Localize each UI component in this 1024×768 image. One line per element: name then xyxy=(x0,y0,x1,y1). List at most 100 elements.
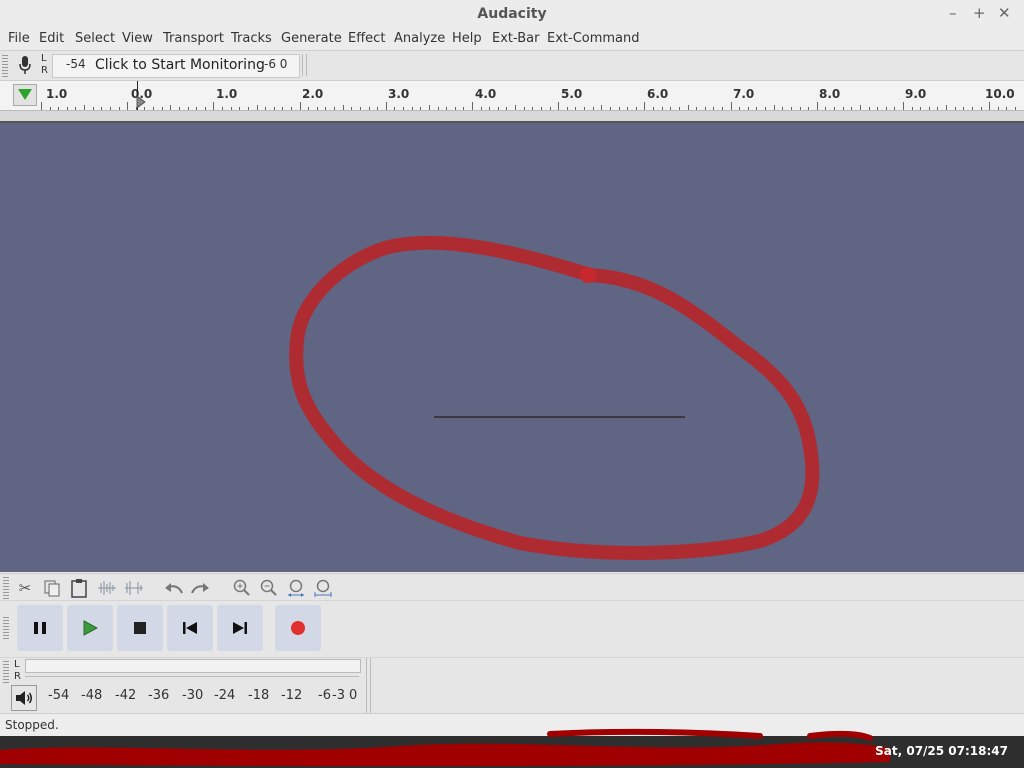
menu-generate[interactable]: Generate xyxy=(281,31,342,46)
timeline-tick xyxy=(782,107,784,110)
timeline-tick xyxy=(963,107,965,110)
timeline-tick xyxy=(411,107,413,110)
menu-tracks[interactable]: Tracks xyxy=(231,31,272,46)
timeline-tick xyxy=(756,107,758,110)
timeline-tick xyxy=(118,107,120,110)
timeline-tick xyxy=(58,107,60,110)
timeline-tick xyxy=(359,107,361,110)
minimize-button[interactable]: – xyxy=(949,4,957,22)
timeline-tick xyxy=(454,107,456,110)
timeline-tick xyxy=(868,107,870,110)
start-monitoring-prompt[interactable]: Click to Start Monitoring xyxy=(95,57,265,73)
menu-effect[interactable]: Effect xyxy=(348,31,385,46)
timeline-tick xyxy=(187,107,189,110)
zoom-in-icon[interactable] xyxy=(230,576,254,599)
trim-icon[interactable] xyxy=(95,576,119,599)
record-icon xyxy=(291,621,305,635)
close-button[interactable]: ✕ xyxy=(998,4,1011,22)
record-button[interactable] xyxy=(275,605,321,651)
timeline-tick xyxy=(230,107,232,110)
timeline-tick xyxy=(739,107,741,110)
toolbar-grip[interactable] xyxy=(3,577,9,599)
menu-select[interactable]: Select xyxy=(75,31,115,46)
timeline-tick xyxy=(859,105,861,110)
record-meter-toolbar: L R -54 Click to Start Monitoring -6 0 xyxy=(0,51,1024,81)
timeline-tick xyxy=(704,107,706,110)
copy-icon[interactable] xyxy=(40,576,64,599)
timeline-tick xyxy=(584,107,586,110)
fit-project-icon[interactable] xyxy=(311,576,335,599)
timeline-label: 1.0 xyxy=(46,87,68,101)
timeline-tick xyxy=(825,107,827,110)
timeline-tick xyxy=(342,105,344,110)
playback-meter-bar-r[interactable] xyxy=(25,672,359,677)
timeline-tick xyxy=(377,107,379,110)
menu-transport[interactable]: Transport xyxy=(163,31,224,46)
timeline-tick xyxy=(446,107,448,110)
timeline-tick xyxy=(765,107,767,110)
speaker-icon[interactable] xyxy=(11,685,37,711)
paste-icon[interactable] xyxy=(67,576,91,599)
timeline-tick xyxy=(515,105,517,110)
meter-scale-label: -42 xyxy=(115,688,137,703)
playhead-marker-icon[interactable] xyxy=(136,96,146,108)
zoom-out-icon[interactable] xyxy=(257,576,281,599)
play-button[interactable] xyxy=(67,605,113,651)
menu-ext-command[interactable]: Ext-Command xyxy=(547,31,640,46)
redo-icon[interactable] xyxy=(188,576,212,599)
timeline-tick xyxy=(75,107,77,110)
timeline-tick xyxy=(627,107,629,110)
timeline-tick xyxy=(834,107,836,110)
play-channel-l: L xyxy=(14,659,20,670)
fit-selection-icon[interactable] xyxy=(284,576,308,599)
timeline-tick xyxy=(730,102,732,110)
timeline-tick xyxy=(721,107,723,110)
timeline-tick xyxy=(635,107,637,110)
menu-help[interactable]: Help xyxy=(452,31,482,46)
timeline-tick xyxy=(989,102,991,110)
menu-view[interactable]: View xyxy=(122,31,153,46)
timeline-tick xyxy=(558,102,560,110)
stop-icon xyxy=(134,622,146,634)
menu-ext-bar[interactable]: Ext-Bar xyxy=(492,31,539,46)
red-circle-annotation xyxy=(289,235,820,560)
timeline-tick xyxy=(687,105,689,110)
pause-button[interactable] xyxy=(17,605,63,651)
mic-icon[interactable] xyxy=(14,54,36,76)
timeline-tick xyxy=(506,107,508,110)
track-area[interactable] xyxy=(0,123,1024,572)
skip-to-end-button[interactable] xyxy=(217,605,263,651)
maximize-button[interactable]: + xyxy=(973,4,986,22)
taskbar-clock[interactable]: Sat, 07/25 07:18:47 xyxy=(875,744,1008,758)
timeline-ruler[interactable]: 1.0 0.0 1.0 2.0 3.0 4.0 5.0 6.0 7.0 8.0 … xyxy=(0,81,1024,111)
timeline-tick xyxy=(325,107,327,110)
timeline-tick xyxy=(954,107,956,110)
cut-icon[interactable]: ✂ xyxy=(13,576,37,599)
timeline-pin-button[interactable] xyxy=(13,84,37,106)
timeline-tick xyxy=(273,107,275,110)
toolbar-separator xyxy=(302,54,307,76)
timeline-tick xyxy=(566,107,568,110)
record-meter-right-scale: -6 0 xyxy=(264,57,288,71)
stop-button[interactable] xyxy=(117,605,163,651)
timeline-tick xyxy=(92,107,94,110)
menu-analyze[interactable]: Analyze xyxy=(394,31,445,46)
timeline-tick xyxy=(911,107,913,110)
silence-icon[interactable] xyxy=(122,576,146,599)
toolbar-grip[interactable] xyxy=(3,617,9,639)
timeline-tick xyxy=(351,107,353,110)
toolbar-grip[interactable] xyxy=(2,55,8,77)
timeline-tick xyxy=(437,107,439,110)
menu-edit[interactable]: Edit xyxy=(39,31,64,46)
timeline-tick xyxy=(696,107,698,110)
undo-icon[interactable] xyxy=(162,576,186,599)
skip-to-start-button[interactable] xyxy=(167,605,213,651)
timeline-tick xyxy=(472,102,473,110)
playback-meter-bar[interactable] xyxy=(25,659,361,673)
timeline-tick xyxy=(601,105,603,110)
toolbar-grip[interactable] xyxy=(3,661,9,683)
scrub-strip[interactable] xyxy=(0,111,1024,123)
meter-scale-label: -6 xyxy=(318,688,331,703)
window-title: Audacity xyxy=(477,6,547,22)
menu-file[interactable]: File xyxy=(8,31,30,46)
